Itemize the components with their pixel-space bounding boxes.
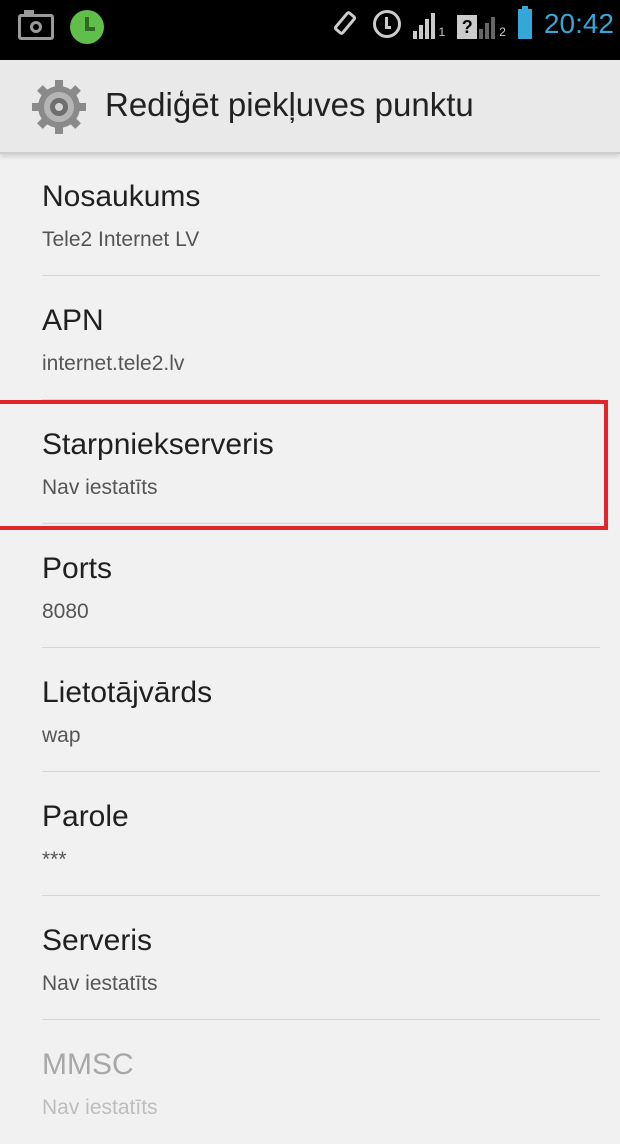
pref-title: Lietotājvārds [42, 676, 213, 709]
alarm-icon [372, 10, 401, 38]
pref-summary: wap [42, 724, 81, 747]
pref-summary: Nav iestatīts [42, 1096, 158, 1119]
battery-icon [517, 6, 532, 39]
page-title: Rediģēt piekļuves punktu [105, 86, 474, 123]
pref-item-password[interactable]: Parole *** [42, 772, 600, 896]
pref-title: Parole [42, 800, 129, 833]
pref-summary: Nav iestatīts [42, 972, 158, 995]
pref-item-port[interactable]: Ports 8080 [42, 524, 600, 648]
pref-item-mmsc: MMSC Nav iestatīts [42, 1020, 600, 1144]
clock-app-icon [70, 10, 104, 44]
pref-item-apn[interactable]: APN internet.tele2.lv [42, 276, 600, 400]
pref-title: Nosaukums [42, 180, 201, 213]
pref-item-username[interactable]: Lietotājvārds wap [42, 648, 600, 772]
pref-item-name[interactable]: Nosaukums Tele2 Internet LV [42, 152, 600, 276]
settings-gear-icon[interactable] [30, 78, 88, 136]
pref-summary: 8080 [42, 600, 89, 623]
status-bar: 1 ? 2 20:42 [0, 0, 620, 60]
pref-summary: *** [42, 848, 67, 871]
signal-no-sim-icon: ? 2 [457, 9, 506, 39]
status-time: 20:42 [543, 8, 614, 39]
vibrate-icon [331, 9, 361, 39]
apn-preferences-list: Nosaukums Tele2 Internet LV APN internet… [0, 152, 620, 1144]
status-bar-right: 1 ? 2 20:42 [331, 6, 614, 40]
pref-item-server[interactable]: Serveris Nav iestatīts [42, 896, 600, 1020]
pref-title: Starpniekserveris [42, 428, 274, 461]
action-bar: Rediģēt piekļuves punktu [0, 60, 620, 154]
pref-item-proxy[interactable]: Starpniekserveris Nav iestatīts [42, 400, 600, 524]
signal-3g-icon: 1 [412, 9, 446, 39]
pref-title: MMSC [42, 1048, 134, 1081]
pref-title: Serveris [42, 924, 153, 957]
pref-summary: Tele2 Internet LV [42, 228, 200, 251]
sim1-indicator: 1 [438, 25, 446, 39]
pref-summary: internet.tele2.lv [42, 352, 185, 375]
pref-title: Ports [42, 552, 113, 585]
sim2-indicator: 2 [499, 25, 506, 39]
no-sim-question-icon: ? [457, 15, 478, 39]
camera-icon [18, 10, 54, 40]
pref-title: APN [42, 304, 104, 337]
status-bar-left [18, 10, 104, 44]
pref-summary: Nav iestatīts [42, 476, 158, 499]
